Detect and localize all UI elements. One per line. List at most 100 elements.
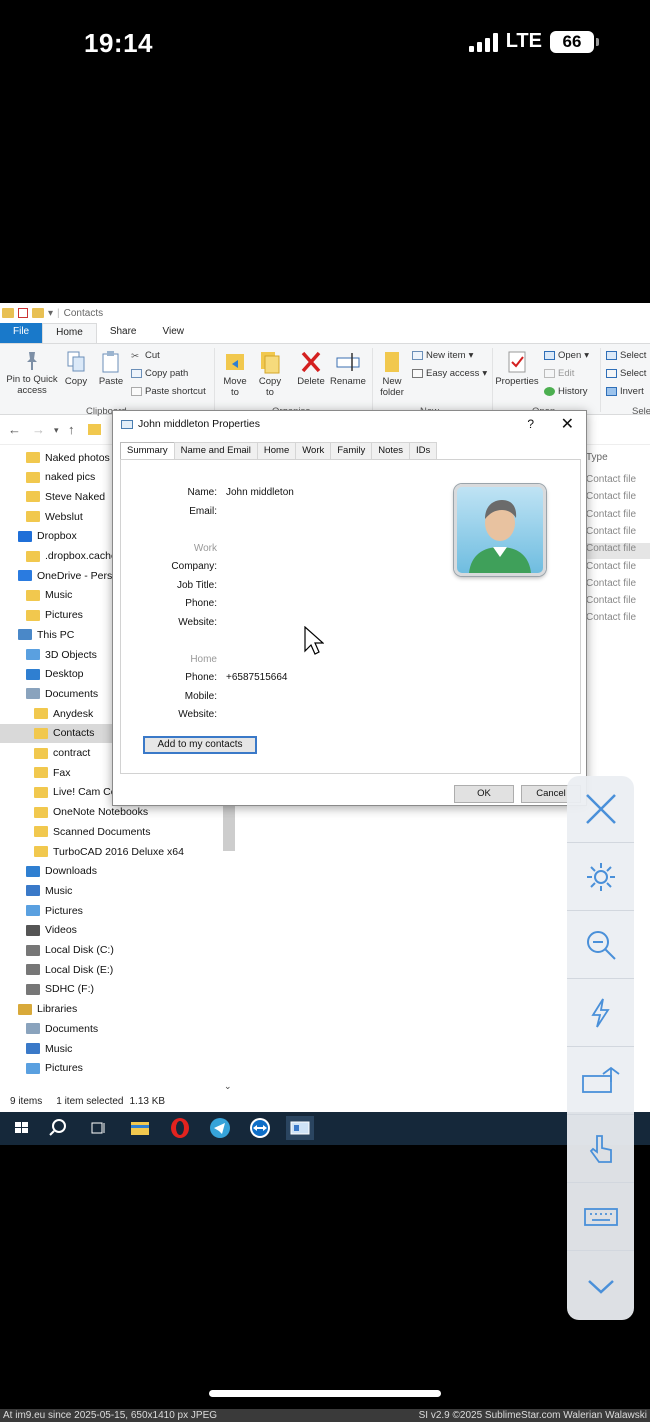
nav-scrollbar-thumb[interactable]	[223, 801, 235, 851]
nav-item[interactable]: Documents	[0, 1019, 222, 1038]
close-panel-button[interactable]	[567, 776, 634, 843]
tab-home[interactable]: Home	[42, 323, 97, 343]
properties-icon[interactable]	[18, 308, 28, 318]
collapse-panel-button[interactable]	[567, 1252, 634, 1319]
copy-to-label: Copy to	[258, 376, 282, 398]
nav-item-label: Local Disk (E:)	[45, 963, 114, 976]
new-folder-button[interactable]: New folder	[376, 350, 408, 398]
quick-actions-button[interactable]	[567, 980, 634, 1047]
job-title-label: Job Title:	[176, 580, 217, 591]
file-row-type[interactable]: Contact file	[586, 491, 650, 507]
forward-icon[interactable]: →	[32, 422, 45, 437]
select-all-button[interactable]: Select	[606, 350, 646, 361]
search-icon[interactable]	[44, 1116, 72, 1140]
cut-button[interactable]: ✂ Cut	[131, 350, 160, 362]
nav-item[interactable]: Local Disk (C:)	[0, 941, 222, 960]
paste-shortcut-icon	[131, 387, 142, 396]
zoom-out-button[interactable]	[567, 912, 634, 979]
selection-size: 1.13 KB	[129, 1096, 166, 1107]
tab-notes[interactable]: Notes	[371, 442, 411, 459]
nav-item-label: OneDrive - Perso	[37, 569, 119, 582]
tab-name-and-email[interactable]: Name and Email	[173, 442, 258, 459]
column-header-type[interactable]: Type	[586, 452, 608, 463]
add-to-contacts-button[interactable]: Add to my contacts	[143, 736, 257, 754]
recent-locations-icon[interactable]: ▾	[54, 425, 59, 436]
edit-icon	[544, 369, 555, 378]
copy-path-button[interactable]: Copy path	[131, 368, 188, 379]
back-icon[interactable]: ←	[8, 422, 21, 437]
chevron-down-icon	[587, 1279, 614, 1294]
invert-selection-button[interactable]: Invert	[606, 386, 644, 397]
windows-start-icon[interactable]	[8, 1116, 36, 1140]
file-row-type[interactable]: Contact file	[586, 561, 650, 577]
help-button[interactable]: ?	[527, 417, 534, 431]
easy-access-icon	[412, 369, 423, 378]
signal-icon	[468, 32, 498, 52]
nav-item[interactable]: Downloads	[0, 862, 222, 881]
qat-dropdown-icon[interactable]: ▾	[48, 308, 53, 319]
history-button[interactable]: History	[544, 386, 588, 397]
paste-shortcut-button[interactable]: Paste shortcut	[131, 386, 206, 397]
touch-mode-button[interactable]	[567, 1116, 634, 1183]
tab-view[interactable]: View	[150, 323, 198, 343]
delete-button[interactable]: Delete	[295, 350, 327, 387]
tab-share[interactable]: Share	[97, 323, 150, 343]
pin-quick-access-button[interactable]: Pin to Quick access	[4, 350, 60, 396]
properties-label: Properties	[495, 376, 539, 387]
settings-button[interactable]	[567, 844, 634, 911]
file-row-type[interactable]: Contact file	[586, 595, 650, 611]
opera-icon[interactable]	[166, 1116, 194, 1140]
tab-summary[interactable]: Summary	[120, 442, 175, 460]
nav-item[interactable]: Local Disk (E:)	[0, 960, 222, 979]
keyboard-icon	[583, 1208, 618, 1226]
ok-button[interactable]: OK	[454, 785, 514, 803]
nav-item[interactable]: TurboCAD 2016 Deluxe x64	[0, 842, 222, 861]
copy-to-button[interactable]: Copy to	[255, 350, 285, 398]
file-row-type[interactable]: Contact file	[586, 474, 650, 490]
nav-item[interactable]: Pictures	[0, 901, 222, 920]
scroll-down-icon[interactable]: ⌄	[224, 1081, 232, 1092]
task-view-icon[interactable]	[84, 1116, 112, 1140]
nav-item[interactable]: Videos	[0, 921, 222, 940]
new-item-button[interactable]: New item ▾	[412, 350, 473, 361]
home-indicator[interactable]	[209, 1390, 441, 1397]
file-row-type[interactable]: Contact file	[586, 526, 650, 542]
tab-home[interactable]: Home	[256, 442, 297, 459]
gear-icon	[586, 863, 615, 891]
paste-button[interactable]: Paste	[96, 350, 126, 387]
move-to-button[interactable]: Move to	[220, 350, 250, 398]
file-row-type[interactable]: Contact file	[586, 509, 650, 525]
edit-button[interactable]: Edit	[544, 368, 574, 379]
file-row-type[interactable]: Contact file	[586, 612, 650, 628]
folder-icon	[34, 826, 48, 838]
rename-button[interactable]: Rename	[330, 350, 366, 387]
nav-item[interactable]: Music	[0, 881, 222, 900]
properties-button[interactable]: Properties	[495, 350, 539, 387]
nav-item[interactable]: Music	[0, 1039, 222, 1058]
keyboard-button[interactable]	[567, 1184, 634, 1251]
telegram-icon[interactable]	[206, 1116, 234, 1140]
file-row-type[interactable]: Contact file	[586, 543, 650, 560]
file-explorer-icon[interactable]	[126, 1116, 154, 1140]
nav-item-label: Pictures	[45, 1062, 83, 1075]
up-icon[interactable]: ↑	[68, 422, 75, 437]
tab-file[interactable]: File	[0, 323, 43, 343]
nav-item[interactable]: SDHC (F:)	[0, 980, 222, 999]
contacts-app-icon[interactable]	[286, 1116, 314, 1140]
nav-item[interactable]: Libraries	[0, 1000, 222, 1019]
open-button[interactable]: Open ▾	[544, 350, 589, 361]
file-row-type[interactable]: Contact file	[586, 578, 650, 594]
keyboard-shortcut-button[interactable]	[567, 1048, 634, 1115]
close-icon[interactable]: ✕	[561, 414, 574, 434]
new-folder-icon[interactable]	[32, 308, 44, 318]
select-none-button[interactable]: Select	[606, 368, 646, 379]
nav-item[interactable]: Pictures	[0, 1059, 222, 1078]
copy-button[interactable]: Copy	[62, 350, 90, 387]
nav-item[interactable]: Scanned Documents	[0, 822, 222, 841]
tab-family[interactable]: Family	[330, 442, 373, 459]
easy-access-button[interactable]: Easy access ▾	[412, 368, 487, 379]
tab-work[interactable]: Work	[295, 442, 332, 459]
tab-ids[interactable]: IDs	[409, 442, 438, 459]
teamviewer-icon[interactable]	[246, 1116, 274, 1140]
contact-card-icon	[121, 419, 133, 429]
